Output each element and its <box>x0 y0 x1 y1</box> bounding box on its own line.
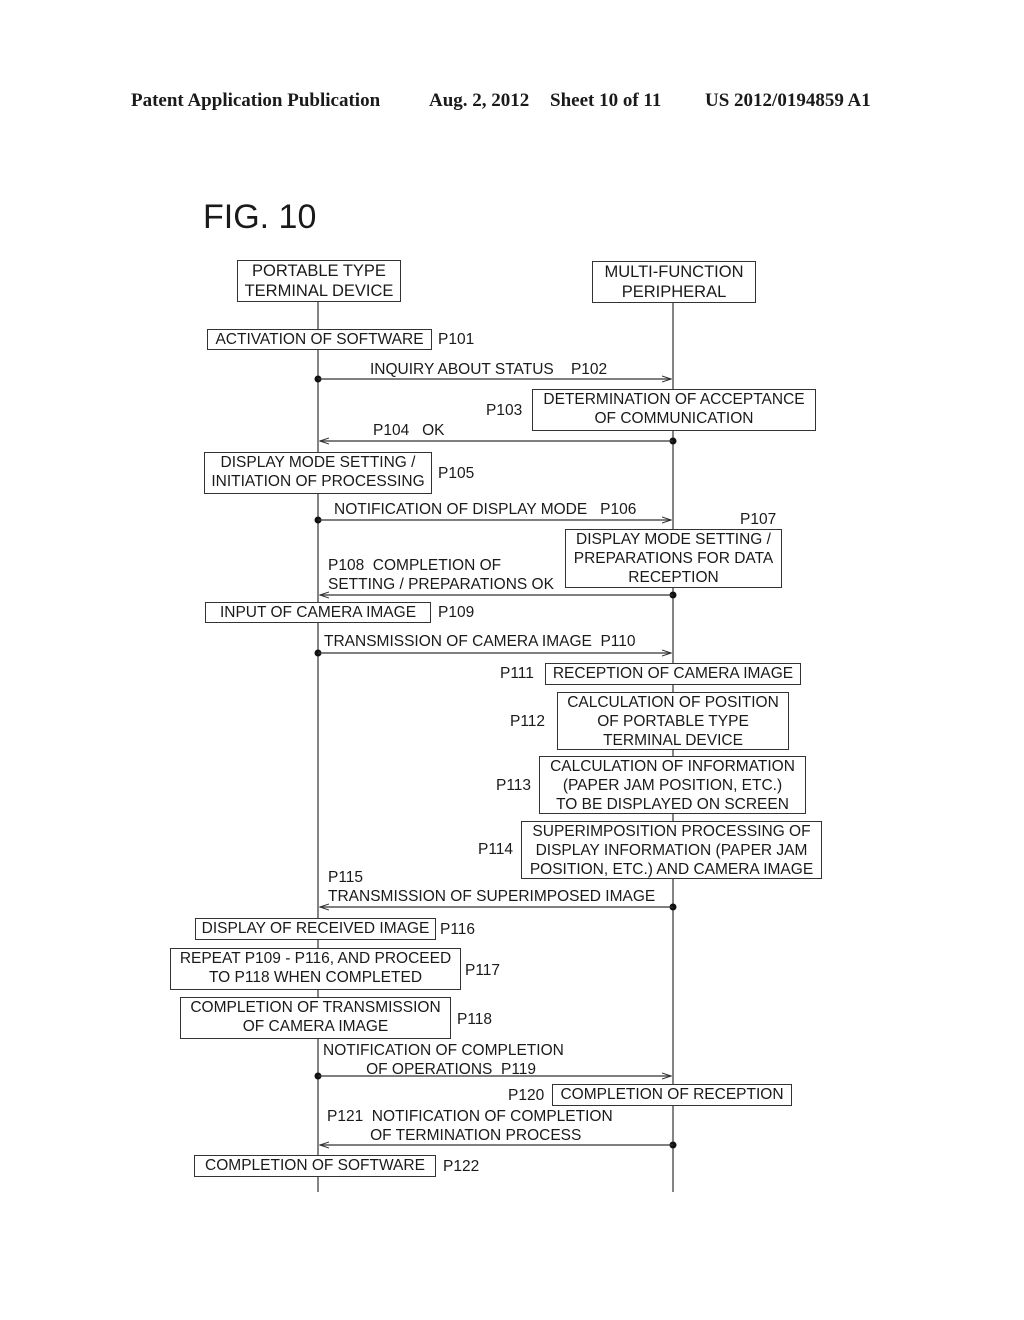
step-p111-box: RECEPTION OF CAMERA IMAGE <box>545 663 801 685</box>
step-p120-id: P120 <box>508 1087 545 1104</box>
arrow-p108-label: P108 COMPLETION OF SETTING / PREPARATION… <box>328 557 554 593</box>
step-p112-id: P112 <box>510 713 546 730</box>
arrow-p110-label: TRANSMISSION OF CAMERA IMAGE P110 <box>324 633 636 650</box>
step-p117-id: P117 <box>465 962 501 979</box>
arrow-p106-label: NOTIFICATION OF DISPLAY MODE P106 <box>334 501 637 518</box>
step-p116-id: P116 <box>440 921 476 938</box>
step-p111-id: P111 <box>500 665 534 682</box>
step-p107-box: DISPLAY MODE SETTING / PREPARATIONS FOR … <box>565 529 782 588</box>
arrow-p121-label: P121 NOTIFICATION OF COMPLETION OF TERMI… <box>327 1108 613 1144</box>
step-p105-box: DISPLAY MODE SETTING / INITIATION OF PRO… <box>204 452 432 494</box>
step-p118-id: P118 <box>457 1011 493 1028</box>
step-p109-id: P109 <box>438 604 475 621</box>
arrow-p104-label: P104 OK <box>373 422 445 439</box>
step-p109-box: INPUT OF CAMERA IMAGE <box>205 602 431 623</box>
step-p101-box: ACTIVATION OF SOFTWARE <box>207 329 432 350</box>
step-p103-box: DETERMINATION OF ACCEPTANCE OF COMMUNICA… <box>532 389 816 431</box>
step-p105-id: P105 <box>438 465 475 482</box>
step-p118-box: COMPLETION OF TRANSMISSION OF CAMERA IMA… <box>180 997 451 1039</box>
step-p101-id: P101 <box>438 331 475 348</box>
step-p113-id: P113 <box>496 777 532 794</box>
arrow-p115-label: P115 TRANSMISSION OF SUPERIMPOSED IMAGE <box>328 869 656 905</box>
step-p116-box: DISPLAY OF RECEIVED IMAGE <box>195 918 436 940</box>
step-p112-box: CALCULATION OF POSITION OF PORTABLE TYPE… <box>557 692 789 750</box>
step-p114-id: P114 <box>478 841 514 858</box>
lane-multi-function-peripheral: MULTI-FUNCTION PERIPHERAL <box>592 261 756 303</box>
step-p117-box: REPEAT P109 - P116, AND PROCEED TO P118 … <box>170 948 461 990</box>
step-p107-id: P107 <box>740 511 777 528</box>
step-p122-id: P122 <box>443 1158 480 1175</box>
step-p120-box: COMPLETION OF RECEPTION <box>552 1084 792 1106</box>
arrow-p119-label: NOTIFICATION OF COMPLETION OF OPERATIONS… <box>323 1042 564 1078</box>
step-p113-box: CALCULATION OF INFORMATION (PAPER JAM PO… <box>539 756 806 814</box>
arrow-p102-label: INQUIRY ABOUT STATUS P102 <box>370 361 608 378</box>
lane-terminal-device: PORTABLE TYPE TERMINAL DEVICE <box>237 260 401 302</box>
step-p122-box: COMPLETION OF SOFTWARE <box>194 1155 436 1177</box>
step-p103-id: P103 <box>486 402 523 419</box>
